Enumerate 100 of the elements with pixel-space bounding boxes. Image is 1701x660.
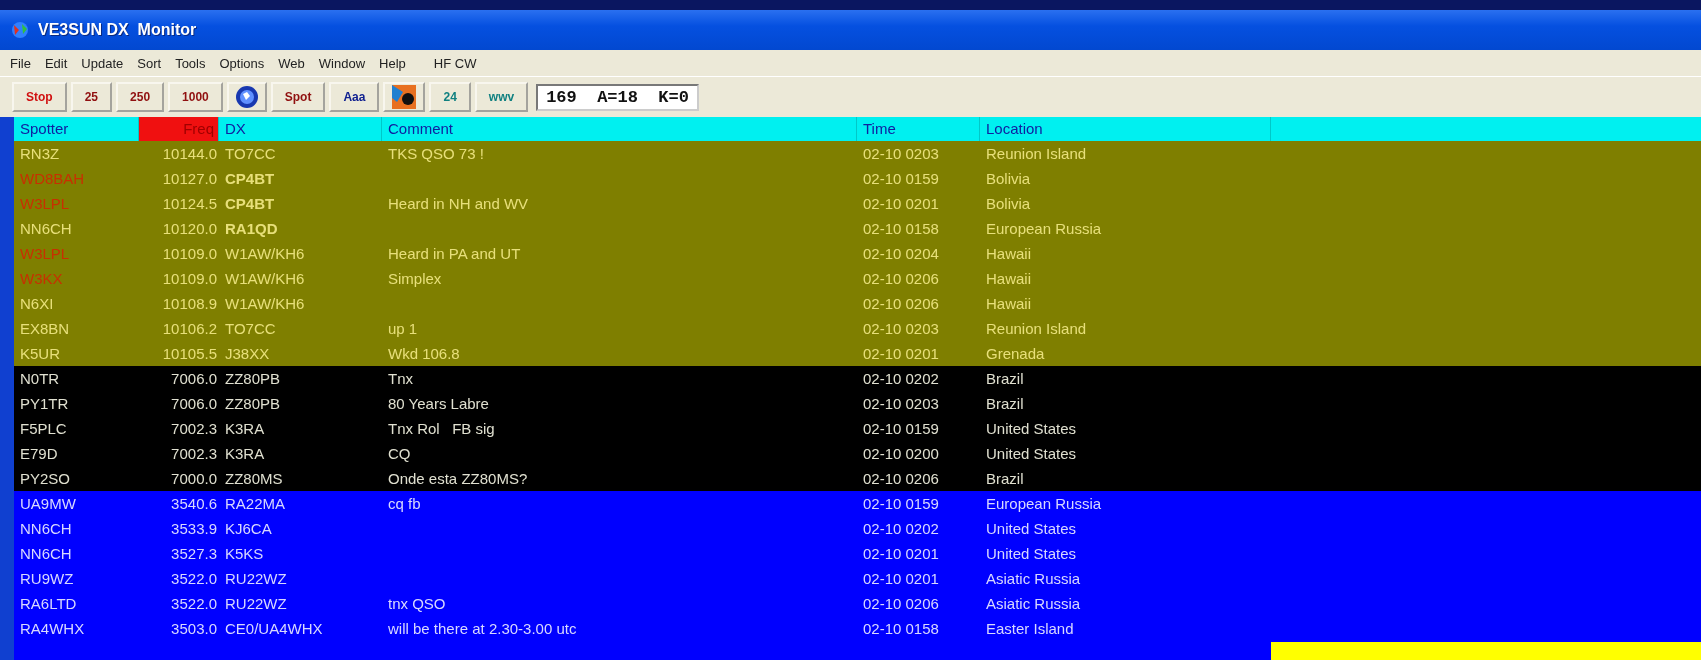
location-cell-text: Bolivia	[985, 194, 1032, 214]
freq-cell-text: 10109.0	[161, 269, 218, 289]
dx-cell-text: K3RA	[224, 419, 266, 439]
dx-cell-text: RU22WZ	[224, 569, 288, 589]
dx-cell-text: CP4BT	[224, 194, 276, 214]
location-cell-text: Easter Island	[985, 619, 1075, 639]
spotter-cell-text: E79D	[19, 444, 59, 464]
time-cell-text: 02-10 0203	[862, 394, 940, 414]
dx-cell-text: W1AW/KH6	[224, 244, 306, 264]
toolbar-button[interactable]: wwv	[474, 82, 529, 112]
location-cell-text: European Russia	[985, 219, 1103, 239]
toolbar-button[interactable]	[226, 82, 267, 112]
freq-cell-text: 3522.0	[170, 594, 218, 614]
freq-cell-text: 3503.0	[170, 619, 218, 639]
freq-cell-text: 10144.0	[161, 144, 218, 164]
dx-cell-text: ZZ80MS	[224, 469, 284, 489]
table-row[interactable]: F5PLC 7002.3 K3RA Tnx Rol FB sig 02-10 0159 United States	[14, 416, 1701, 441]
spotter-cell-text: WD8BAH	[19, 169, 86, 189]
time-cell-text: 02-10 0201	[862, 344, 940, 364]
dx-cell-text: TO7CC	[224, 144, 277, 164]
freq-cell-text: 3540.6	[170, 494, 218, 514]
table-row[interactable]: E79D 7002.3 K3RA CQ 02-10 0200 United States	[14, 441, 1701, 466]
time-cell-text: 02-10 0158	[862, 219, 940, 239]
comment-cell-text: Heard in PA and UT	[387, 244, 522, 264]
toolbar-button[interactable]	[383, 82, 426, 112]
menu-item[interactable]: HF CW	[427, 53, 483, 73]
menu-item[interactable]: Sort	[131, 53, 168, 73]
dx-cell-text: ZZ80PB	[224, 394, 282, 414]
spotter-cell-text: W3LPL	[19, 244, 71, 264]
toolbar-button[interactable]: Spot	[270, 82, 326, 112]
menu-item[interactable]: Web	[272, 53, 311, 73]
menu-item[interactable]: Update	[75, 53, 130, 73]
time-cell-text: 02-10 0206	[862, 294, 940, 314]
menu-item[interactable]: Window	[312, 53, 372, 73]
location-cell-text: Hawaii	[985, 244, 1032, 264]
freq-cell-text: 7002.3	[170, 444, 218, 464]
comment-cell-text: Tnx Rol FB sig	[387, 419, 496, 439]
location-cell-text: Asiatic Russia	[985, 594, 1082, 614]
spotter-cell-text: UA9MW	[19, 494, 77, 514]
comment-cell-text: TKS QSO 73 !	[387, 144, 485, 164]
time-cell-text: 02-10 0159	[862, 419, 940, 439]
location-cell-text: Brazil	[985, 369, 1025, 389]
comment-cell-text: Onde esta ZZ80MS?	[387, 469, 529, 489]
time-cell-text: 02-10 0203	[862, 319, 940, 339]
comment-cell-text: 80 Years Labre	[387, 394, 490, 414]
freq-cell-text: 7002.3	[170, 419, 218, 439]
spotter-cell-text: N6XI	[19, 294, 55, 314]
window-title: VE3SUN DX Monitor	[38, 21, 197, 39]
map-icon	[391, 84, 418, 110]
freq-cell-text: 10109.0	[161, 244, 218, 264]
location-cell-text: Hawaii	[985, 294, 1032, 314]
toolbar-button[interactable]: 1000	[168, 82, 223, 112]
toolbar-button[interactable]: 25	[70, 82, 113, 112]
table-row[interactable]: PY1TR 7006.0 ZZ80PB 80 Years Labre 02-10 0203 Brazil	[14, 391, 1701, 416]
menu-item[interactable]: Edit	[38, 53, 74, 73]
comment-cell-text: up 1	[387, 319, 419, 339]
location-cell-text: Brazil	[985, 469, 1025, 489]
dx-cell-text: K5KS	[224, 544, 265, 564]
comment-cell-text: will be there at 2.30-3.00 utc	[387, 619, 578, 639]
freq-cell-text: 10120.0	[161, 219, 218, 239]
spotter-cell-text: F5PLC	[19, 419, 68, 439]
dx-cell-text: TO7CC	[224, 319, 277, 339]
toolbar-button[interactable]: Aaa	[329, 82, 380, 112]
location-cell-text: United States	[985, 419, 1078, 439]
dx-cell-text: J38XX	[224, 344, 271, 364]
freq-cell-text: 10105.5	[161, 344, 218, 364]
menu-item[interactable]: Help	[373, 53, 412, 73]
app-icon	[10, 21, 30, 39]
toolbar-button[interactable]: 24	[429, 82, 471, 112]
comment-cell-text: Heard in NH and WV	[387, 194, 530, 214]
status-field: 169 A=18 K=0	[536, 83, 699, 111]
location-cell-text: United States	[985, 519, 1078, 539]
spotter-cell-text: EX8BN	[19, 319, 71, 339]
spotter-cell-text: RU9WZ	[19, 569, 75, 589]
location-cell-text: Brazil	[985, 394, 1025, 414]
freq-cell-text: 10106.2	[161, 319, 218, 339]
toolbar-button[interactable]: Stop	[12, 82, 67, 112]
location-cell-text: Asiatic Russia	[985, 569, 1082, 589]
time-cell-text: 02-10 0203	[862, 144, 940, 164]
menu-item[interactable]: Tools	[169, 53, 212, 73]
spotter-cell-text: PY1TR	[19, 394, 70, 414]
toolbar-button[interactable]: 250	[116, 82, 165, 112]
time-cell-text: 02-10 0204	[862, 244, 940, 264]
table-row[interactable]: PY2SO 7000.0 ZZ80MS Onde esta ZZ80MS? 02-10 0206 Brazil	[14, 466, 1701, 491]
spotter-cell-text: W3KX	[19, 269, 64, 289]
freq-cell-text: 3527.3	[170, 544, 218, 564]
spotter-cell-text: RA4WHX	[19, 619, 86, 639]
time-cell-text: 02-10 0201	[862, 544, 940, 564]
spotter-cell-text: RN3Z	[19, 144, 61, 164]
spotter-cell-text: NN6CH	[19, 519, 73, 539]
spotter-cell-text: W3LPL	[19, 194, 71, 214]
location-cell-text: Reunion Island	[985, 319, 1088, 339]
menu-item[interactable]: File	[4, 53, 37, 73]
freq-cell-text: 10127.0	[161, 169, 218, 189]
comment-cell-text: tnx QSO	[387, 594, 447, 614]
dx-cell-text: RU22WZ	[224, 594, 288, 614]
spotter-cell-text: PY2SO	[19, 469, 72, 489]
menu-item[interactable]: Options	[213, 53, 271, 73]
freq-cell-text: 3533.9	[170, 519, 218, 539]
table-row[interactable]: N0TR 7006.0 ZZ80PB Tnx 02-10 0202 Brazil	[14, 366, 1701, 391]
